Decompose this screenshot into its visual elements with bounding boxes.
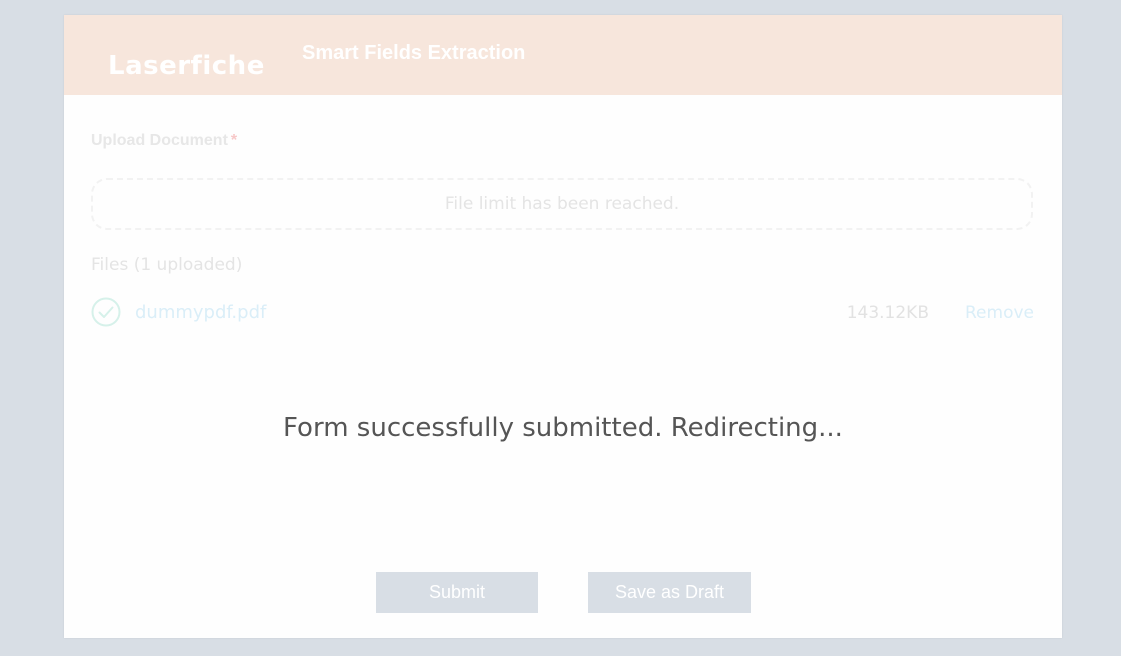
upload-document-label-text: Upload Document	[91, 132, 228, 149]
dropzone-message: File limit has been reached.	[444, 194, 680, 214]
file-list-item: dummypdf.pdf 143.12KB Remove	[91, 297, 1034, 329]
files-count-label: Files (1 uploaded)	[91, 255, 243, 275]
save-as-draft-button[interactable]: Save as Draft	[588, 572, 751, 613]
check-circle-icon	[91, 297, 121, 327]
file-size: 143.12KB	[846, 303, 929, 323]
submit-button[interactable]: Submit	[376, 572, 538, 613]
required-mark: *	[230, 132, 238, 149]
upload-document-label: Upload Document *	[91, 132, 237, 150]
file-name-link[interactable]: dummypdf.pdf	[135, 302, 266, 323]
laserfiche-logo: Laserfiche	[108, 51, 265, 81]
form-header: Laserfiche Smart Fields Extraction	[64, 15, 1062, 95]
form-card: Laserfiche Smart Fields Extraction Uploa…	[64, 15, 1062, 638]
remove-file-link[interactable]: Remove	[965, 303, 1034, 323]
file-dropzone[interactable]: File limit has been reached.	[91, 178, 1033, 230]
submission-status-message: Form successfully submitted. Redirecting…	[283, 413, 843, 443]
form-title: Smart Fields Extraction	[302, 42, 526, 64]
